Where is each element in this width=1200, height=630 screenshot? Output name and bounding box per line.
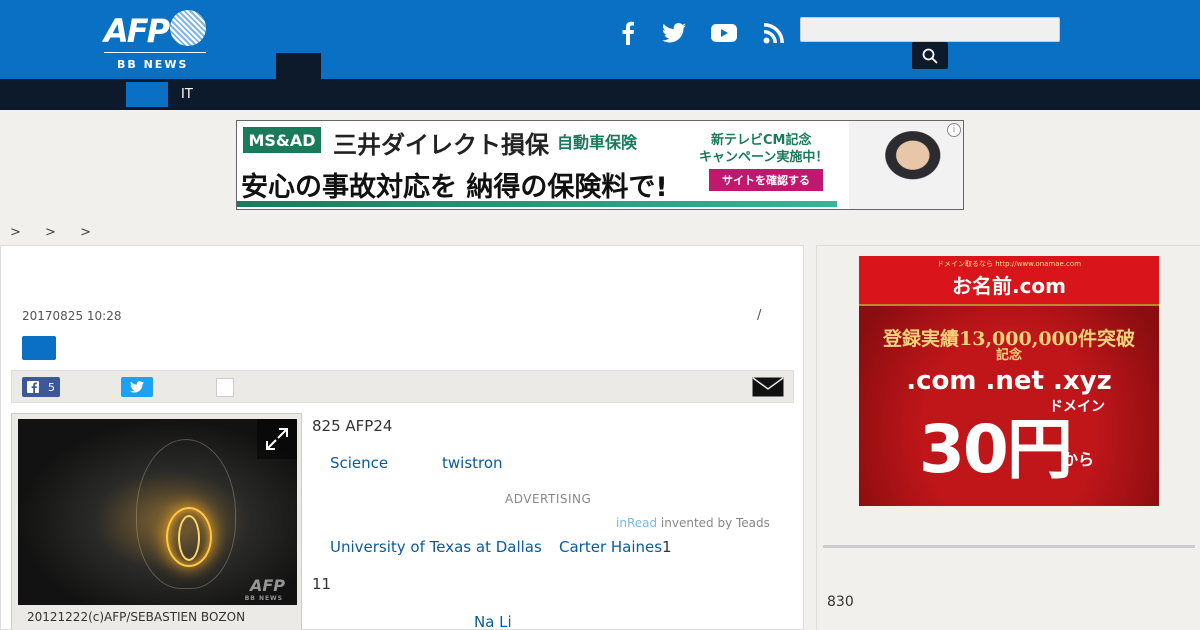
share-bar: 5	[11, 370, 794, 403]
facebook-icon	[27, 381, 39, 393]
breadcrumb: > > >	[10, 225, 111, 240]
ad-person-image	[849, 121, 963, 209]
article-line-1: 825 AFP24	[312, 417, 393, 435]
category-tag-button[interactable]	[22, 336, 56, 360]
link-carter-haines[interactable]: Carter Haines	[559, 538, 662, 556]
ad-product: 自動車保険	[557, 133, 638, 152]
sidebar-ad-sub: ドメイン取るなら http://www.onamae.com	[936, 260, 1082, 268]
afp-bb-news-logo[interactable]: AFP BB NEWS	[104, 8, 208, 72]
article-panel: 20170825 10:28 / 5 AFP BB NEWS 20121222(…	[0, 245, 804, 630]
nav-item-active[interactable]	[126, 82, 168, 107]
facebook-share-count: 5	[48, 380, 55, 394]
ad-headline: 安心の事故対応を 納得の保険料で!	[241, 172, 668, 203]
search-icon	[922, 48, 938, 64]
link-utd[interactable]: University of Texas at Dallas	[330, 538, 542, 556]
link-science[interactable]: Science	[330, 454, 388, 472]
sidebar-ad-domain: ドメイン	[1049, 399, 1105, 415]
search-input[interactable]	[800, 17, 1060, 42]
photo-watermark: AFP	[249, 576, 285, 595]
inread-credit[interactable]: inRead invented by Teads	[616, 516, 770, 530]
twitter-icon[interactable]	[659, 18, 689, 48]
search-button[interactable]	[912, 42, 948, 69]
main-nav: IT	[0, 79, 1200, 110]
sidebar-ad[interactable]: ドメイン取るなら http://www.onamae.com お名前.com 登…	[859, 256, 1159, 506]
article-figure: AFP BB NEWS 20121222(c)AFP/SEBASTIEN BOZ…	[11, 413, 302, 630]
rss-icon[interactable]	[759, 18, 789, 48]
mail-icon[interactable]	[752, 377, 784, 397]
photo-caption: 20121222(c)AFP/SEBASTIEN BOZON	[27, 610, 246, 624]
site-header: AFP BB NEWS	[0, 0, 1200, 79]
sidebar-ad-kara: から	[1062, 450, 1095, 469]
share-count-bubble[interactable]	[216, 378, 234, 397]
sidebar-ad-brand: お名前.com	[951, 274, 1067, 298]
adchoices-icon[interactable]: i	[947, 123, 961, 137]
nav-item-it[interactable]: IT	[181, 87, 193, 102]
link-twistron[interactable]: twistron	[442, 454, 503, 472]
youtube-icon[interactable]	[709, 18, 739, 48]
banner-ad[interactable]: MS&AD 三井ダイレクト損保 自動車保険 新テレビCM記念 キャンペーン実施中…	[236, 120, 964, 210]
sidebar-ad-tlds: .com .net .xyz	[906, 366, 1112, 396]
ad-stripe	[237, 201, 837, 207]
ad-campaign-line2: キャンペーン実施中！	[699, 150, 829, 165]
inread-link[interactable]: inRead	[616, 516, 657, 530]
article-date: 20170825 10:28	[22, 309, 122, 323]
breadcrumb-separator: >	[80, 225, 91, 240]
globe-icon	[170, 10, 206, 46]
breadcrumb-separator: >	[45, 225, 56, 240]
twitter-share-button[interactable]	[121, 377, 153, 397]
article-number-1: 1	[662, 538, 672, 556]
advertising-label: ADVERTISING	[505, 492, 592, 506]
article-photo[interactable]: AFP BB NEWS	[18, 419, 297, 605]
facebook-share-button[interactable]: 5	[22, 377, 60, 397]
ad-badge: MS&AD	[243, 127, 321, 153]
ad-cta-button[interactable]: サイトを確認する	[709, 169, 823, 191]
header-menu-button[interactable]	[276, 53, 321, 79]
link-na-li[interactable]: Na Li	[474, 613, 512, 630]
facebook-icon[interactable]	[613, 18, 643, 48]
logo-text: AFP	[104, 12, 170, 50]
sidebar-ad-kinen: 記念	[995, 348, 1022, 363]
twitter-icon	[130, 381, 144, 393]
photo-watermark-sub: BB NEWS	[244, 595, 283, 602]
logo-subtitle: BB NEWS	[117, 58, 189, 71]
expand-icon[interactable]	[257, 419, 297, 459]
logo-divider	[104, 52, 206, 53]
article-line-11: 11	[312, 575, 332, 593]
article-slash: /	[757, 308, 762, 323]
ad-brand: 三井ダイレクト損保	[333, 131, 549, 159]
bulb-filament-inner	[178, 515, 200, 561]
sidebar-divider	[823, 545, 1195, 548]
sidebar-text-830: 830	[827, 594, 854, 610]
breadcrumb-separator: >	[10, 225, 21, 240]
inread-credit-text: invented by Teads	[657, 516, 770, 530]
sidebar: ドメイン取るなら http://www.onamae.com お名前.com 登…	[816, 245, 1200, 630]
